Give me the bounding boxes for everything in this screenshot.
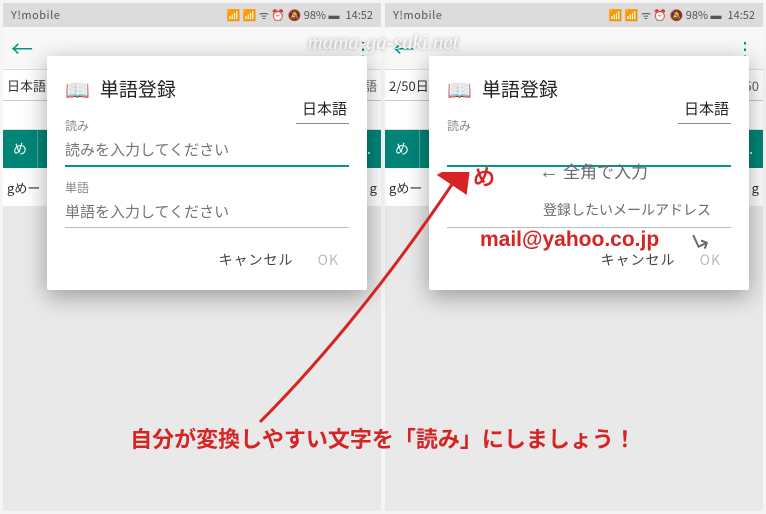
status-icons: 📶 📶 ᯤ ⏰ 🔕 98% ▬ [227,7,340,23]
dialog-title: 単語登録 [482,75,558,102]
carrier-label: Y!mobile [393,7,442,23]
status-time: 14:52 [728,7,755,23]
watermark: mama-ga-suki.net [0,30,766,55]
language-selector[interactable]: 日本語 [296,76,349,124]
status-bar: Y!mobile 📶 📶 ᯤ ⏰ 🔕 98% ▬ 14:52 [3,3,381,27]
dialog-buttons: キャンセル OK [65,228,349,284]
ok-button[interactable]: OK [318,250,339,270]
annotation-register: 登録したいメールアドレス [543,200,711,220]
word-register-dialog-left: 📖 単語登録 日本語 読み 単語 キャンセル OK [47,56,367,290]
caption-text: 自分が変換しやすい文字を「読み」にしましょう！ [0,422,766,454]
candidate-chip[interactable]: め [385,130,420,168]
yomi-input[interactable] [65,134,349,167]
annotation-zenkaku: ←全角で入力 [539,158,648,184]
status-time: 14:52 [346,7,373,23]
row2-text: gめー [389,178,422,197]
book-icon: 📖 [65,74,90,103]
status-icons: 📶 📶 ᯤ ⏰ 🔕 98% ▬ [609,7,722,23]
row2-text: gめー [7,178,40,197]
annotation-yomi-value: め [473,160,495,192]
status-bar: Y!mobile 📶 📶 ᯤ ⏰ 🔕 98% ▬ 14:52 [385,3,763,27]
cancel-button[interactable]: キャンセル [601,250,676,270]
stage: Y!mobile 📶 📶 ᯤ ⏰ 🔕 98% ▬14:52 ← ⋮ 日本語 日本… [0,0,766,514]
arrow-left-icon: ← [539,161,559,183]
tango-label: 単語 [65,179,349,196]
language-selector[interactable]: 日本語 [678,76,731,124]
book-icon: 📖 [447,74,472,103]
candidate-chip[interactable]: め [3,130,38,168]
carrier-label: Y!mobile [11,7,60,23]
cancel-button[interactable]: キャンセル [219,250,294,270]
tango-input[interactable] [65,196,349,228]
dialog-title: 単語登録 [100,75,176,102]
header-lang: 日本語 [7,76,46,95]
annotation-mail-value: mail@yahoo.co.jp [480,228,659,252]
